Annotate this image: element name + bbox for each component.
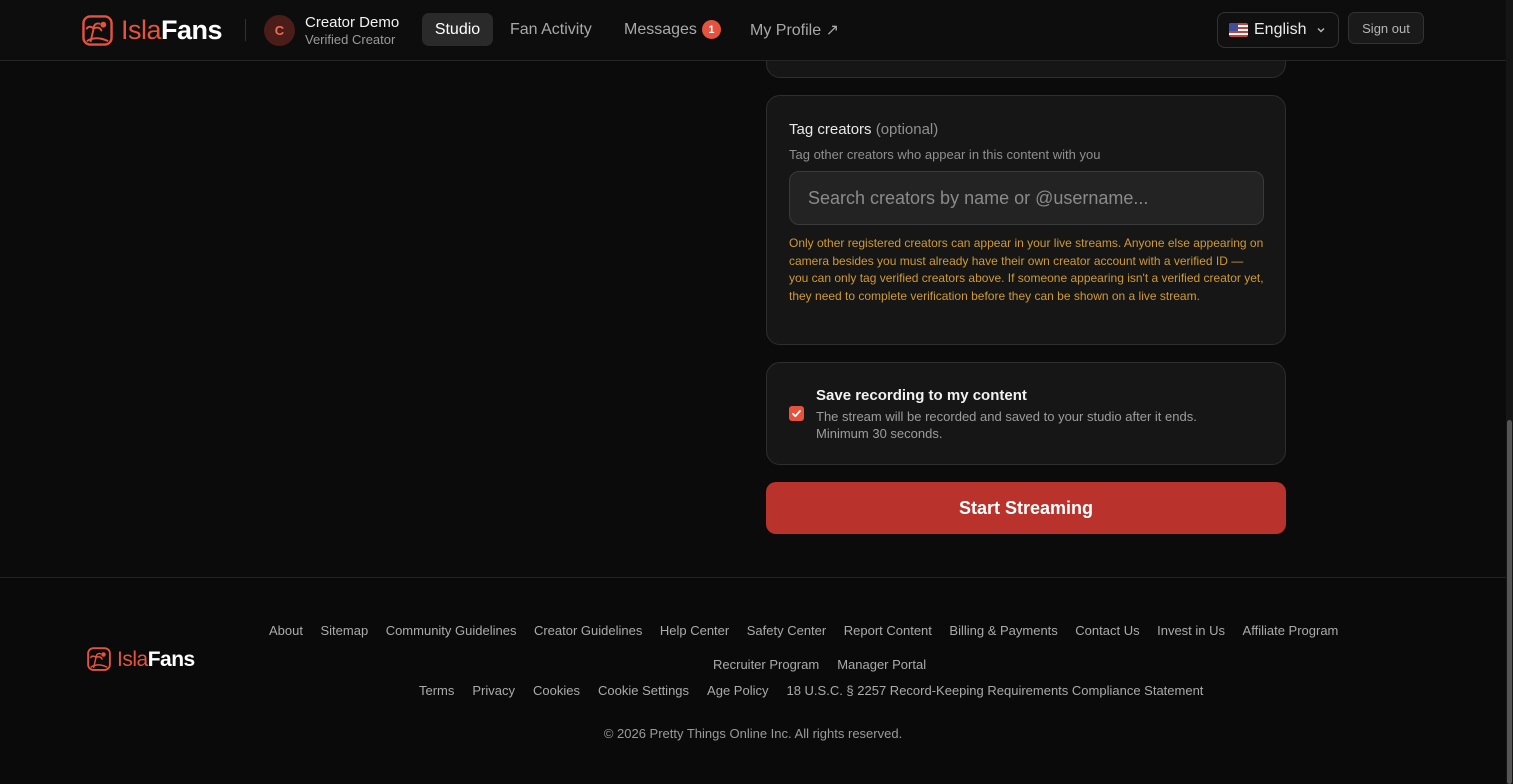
messages-count-badge: 1 <box>701 20 721 39</box>
footer-link-sitemap[interactable]: Sitemap <box>320 623 368 638</box>
footer-link-billing-payments[interactable]: Billing & Payments <box>949 623 1057 638</box>
nav-messages-label: Messages <box>624 20 697 38</box>
us-flag-icon <box>1229 23 1248 37</box>
footer-wordmark: IslaFans <box>117 649 195 670</box>
site-footer: IslaFans About Sitemap Community Guideli… <box>0 577 1506 784</box>
tag-creators-card: Tag creators (optional) Tag other creato… <box>766 95 1286 345</box>
nav-messages[interactable]: Messages 1 <box>624 13 721 46</box>
footer-logo[interactable]: IslaFans <box>87 647 195 671</box>
brand-wordmark: IslaFans <box>121 14 223 45</box>
footer-link-contact-us[interactable]: Contact Us <box>1075 623 1139 638</box>
tag-creators-subtitle: Tag other creators who appear in this co… <box>789 147 1101 162</box>
footer-link-creator-guidelines[interactable]: Creator Guidelines <box>534 623 642 638</box>
checkmark-icon <box>792 410 801 418</box>
sign-out-button[interactable]: Sign out <box>1348 12 1424 44</box>
save-recording-title: Save recording to my content <box>816 387 1027 404</box>
logo-mark-icon <box>82 14 113 46</box>
save-recording-checkbox[interactable] <box>789 406 804 421</box>
footer-link-privacy[interactable]: Privacy <box>472 683 515 698</box>
footer-link-community-guidelines[interactable]: Community Guidelines <box>386 623 517 638</box>
nav-my-profile[interactable]: My Profile ↗ <box>750 13 839 46</box>
footer-brand-part1: Isla <box>117 647 148 671</box>
tag-creators-title: Tag creators (optional) <box>789 121 938 138</box>
footer-link-age-policy[interactable]: Age Policy <box>707 683 768 698</box>
brand-logo[interactable]: IslaFans <box>82 14 223 46</box>
start-streaming-button[interactable]: Start Streaming <box>766 482 1286 534</box>
creator-search-input[interactable] <box>789 171 1264 225</box>
footer-link-affiliate-program[interactable]: Affiliate Program <box>1243 623 1339 638</box>
footer-brand-part2: Fans <box>147 647 196 671</box>
footer-link-terms[interactable]: Terms <box>419 683 454 698</box>
footer-link-recruiter-program[interactable]: Recruiter Program <box>713 657 819 672</box>
save-recording-description: The stream will be recorded and saved to… <box>816 409 1197 441</box>
header-divider <box>245 19 246 41</box>
avatar[interactable]: C <box>264 15 295 46</box>
footer-link-about[interactable]: About <box>269 623 303 638</box>
footer-link-cookie-settings[interactable]: Cookie Settings <box>598 683 689 698</box>
user-role: Verified Creator <box>305 32 396 47</box>
tag-creators-title-text: Tag creators <box>789 121 872 138</box>
nav-fan-activity[interactable]: Fan Activity <box>510 13 592 46</box>
language-label: English <box>1254 21 1307 38</box>
brand-part1: Isla <box>121 14 162 45</box>
footer-links-row-1: About Sitemap Community Guidelines Creat… <box>269 623 1338 638</box>
language-selector[interactable]: English <box>1217 12 1339 48</box>
save-recording-card[interactable]: Save recording to my content The stream … <box>766 362 1286 465</box>
footer-link-2257-statement[interactable]: 18 U.S.C. § 2257 Record-Keeping Requirem… <box>786 683 1203 698</box>
footer-links-row-2: Recruiter Program Manager Portal <box>713 657 926 672</box>
brand-part2: Fans <box>161 14 223 45</box>
footer-link-manager-portal[interactable]: Manager Portal <box>837 657 926 672</box>
footer-link-cookies[interactable]: Cookies <box>533 683 580 698</box>
scrollbar-thumb[interactable] <box>1507 420 1512 784</box>
tag-creators-notice: Only other registered creators can appea… <box>789 236 1264 303</box>
top-header: IslaFans C Creator Demo Verified Creator… <box>0 0 1506 61</box>
footer-link-help-center[interactable]: Help Center <box>660 623 729 638</box>
footer-logo-mark-icon <box>87 647 111 671</box>
copyright-text: © 2026 Pretty Things Online Inc. All rig… <box>603 726 903 741</box>
user-name: Creator Demo <box>305 14 400 31</box>
chevron-down-icon <box>1317 28 1325 33</box>
nav-studio[interactable]: Studio <box>422 13 493 46</box>
optional-label: (optional) <box>875 121 939 138</box>
footer-link-safety-center[interactable]: Safety Center <box>747 623 827 638</box>
footer-link-report-content[interactable]: Report Content <box>844 623 932 638</box>
footer-links-row-3: Terms Privacy Cookies Cookie Settings Ag… <box>419 683 1203 698</box>
footer-link-invest-in-us[interactable]: Invest in Us <box>1157 623 1225 638</box>
